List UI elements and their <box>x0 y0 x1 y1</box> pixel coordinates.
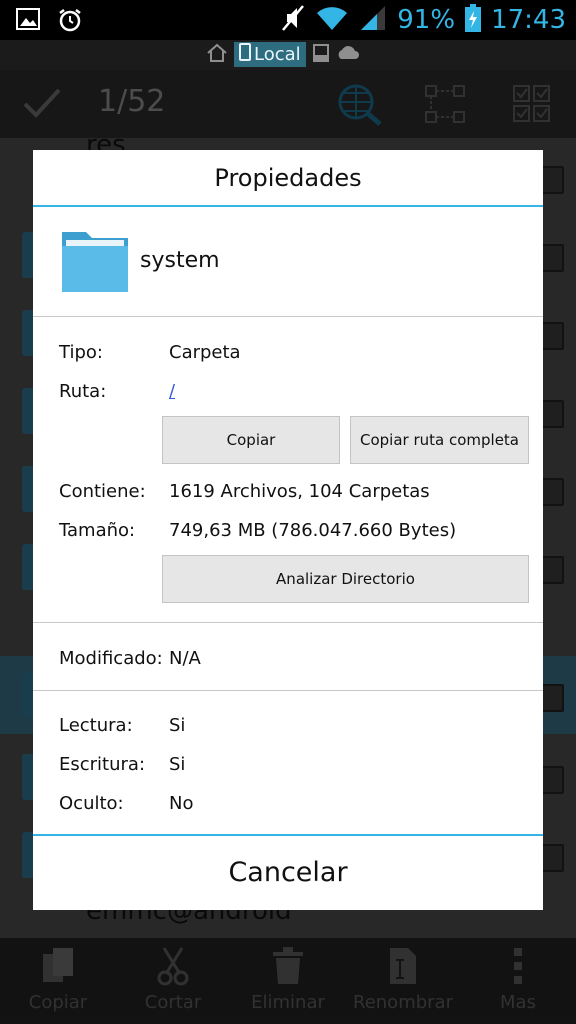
analyze-directory-button[interactable]: Analizar Directorio <box>162 555 529 603</box>
modificado-value: N/A <box>169 648 201 669</box>
mute-icon <box>281 4 305 36</box>
contiene-value: 1619 Archivos, 104 Carpetas <box>169 481 430 502</box>
image-icon <box>16 8 40 36</box>
wifi-icon <box>315 4 349 36</box>
tipo-label: Tipo: <box>59 342 103 363</box>
battery-percent: 91% <box>397 5 456 35</box>
phone-icon <box>239 43 251 66</box>
sd-icon[interactable] <box>312 43 330 67</box>
path-bar: Local <box>0 40 576 70</box>
signal-icon <box>359 4 387 36</box>
path-local-label: Local <box>254 44 301 65</box>
tipo-value: Carpeta <box>169 342 241 363</box>
clock: 17:43 <box>491 5 566 35</box>
tamano-value: 749,63 MB (786.047.660 Bytes) <box>169 520 457 541</box>
copy-button[interactable]: Copiar <box>162 416 340 464</box>
dialog-title: Propiedades <box>214 164 362 192</box>
ruta-link[interactable]: / <box>169 381 175 402</box>
escritura-label: Escritura: <box>59 754 146 775</box>
oculto-value: No <box>169 793 194 814</box>
title-divider <box>33 205 543 207</box>
contiene-label: Contiene: <box>59 481 146 502</box>
divider <box>33 622 543 623</box>
cloud-icon[interactable] <box>336 45 360 65</box>
folder-name: system <box>140 248 220 273</box>
divider <box>33 690 543 691</box>
cancel-button[interactable]: Cancelar <box>33 836 543 910</box>
tamano-label: Tamaño: <box>59 520 136 541</box>
lectura-value: Si <box>169 715 186 736</box>
divider <box>33 316 543 317</box>
status-bar: 91% 17:43 <box>0 0 576 40</box>
path-local-button[interactable]: Local <box>234 42 306 67</box>
folder-icon <box>60 226 130 298</box>
lectura-label: Lectura: <box>59 715 133 736</box>
oculto-label: Oculto: <box>59 793 124 814</box>
ruta-label: Ruta: <box>59 381 107 402</box>
copy-full-path-button[interactable]: Copiar ruta completa <box>350 416 529 464</box>
escritura-value: Si <box>169 754 186 775</box>
properties-dialog: Propiedades system Tipo: Carpeta Ruta: /… <box>33 150 543 910</box>
battery-icon <box>465 4 482 36</box>
modificado-label: Modificado: <box>59 648 163 669</box>
home-icon[interactable] <box>206 43 228 67</box>
alarm-icon <box>58 8 82 36</box>
